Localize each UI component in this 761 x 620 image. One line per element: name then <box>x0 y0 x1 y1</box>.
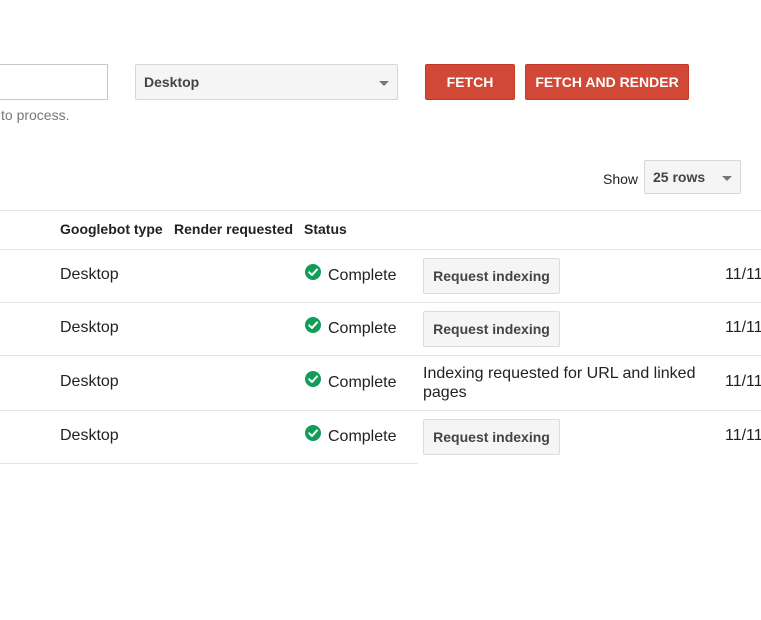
status-cell: Complete <box>305 264 397 285</box>
request-indexing-button[interactable]: Request indexing <box>423 419 560 455</box>
check-circle-icon <box>305 317 321 333</box>
show-rows-label: Show <box>603 171 639 187</box>
table-header-divider <box>0 249 761 250</box>
status-cell: Complete <box>305 371 397 392</box>
date-cell: 11/11 <box>725 266 761 283</box>
status-text: Complete <box>328 320 397 337</box>
chevron-down-icon <box>722 176 732 181</box>
table-bottom-divider <box>0 463 418 464</box>
googlebot-type-select[interactable]: Desktop <box>135 64 398 100</box>
date-cell: 11/11 <box>725 373 761 390</box>
googlebot-type-cell: Desktop <box>60 266 119 283</box>
rows-per-page-select[interactable]: 25 rows <box>644 160 741 194</box>
chevron-down-icon <box>379 81 389 86</box>
row-divider <box>0 355 761 356</box>
request-indexing-button[interactable]: Request indexing <box>423 258 560 294</box>
indexing-requested-note: Indexing requested for URL and linked pa… <box>423 365 696 401</box>
row-divider <box>0 302 761 303</box>
rows-per-page-value: 25 rows <box>653 169 706 185</box>
fetch-button[interactable]: FETCH <box>425 64 515 100</box>
fetch-and-render-button[interactable]: FETCH AND RENDER <box>525 64 689 100</box>
column-header-googlebot-type: Googlebot type <box>60 221 163 237</box>
googlebot-type-value: Desktop <box>144 74 200 90</box>
googlebot-type-cell: Desktop <box>60 319 119 336</box>
table-top-divider <box>0 210 761 211</box>
check-circle-icon <box>305 425 321 441</box>
url-input[interactable] <box>0 64 108 100</box>
status-text: Complete <box>328 267 397 284</box>
status-text: Complete <box>328 428 397 445</box>
check-circle-icon <box>305 371 321 387</box>
url-hint: to process. <box>1 107 70 123</box>
googlebot-type-cell: Desktop <box>60 373 119 390</box>
status-cell: Complete <box>305 425 397 446</box>
column-header-render-requested: Render requested <box>174 221 294 237</box>
date-cell: 11/11 <box>725 319 761 336</box>
googlebot-type-cell: Desktop <box>60 427 119 444</box>
column-header-status: Status <box>304 221 347 237</box>
check-circle-icon <box>305 264 321 280</box>
request-indexing-button[interactable]: Request indexing <box>423 311 560 347</box>
date-cell: 11/11 <box>725 427 761 444</box>
row-divider <box>0 410 761 411</box>
status-cell: Complete <box>305 317 397 338</box>
status-text: Complete <box>328 374 397 391</box>
